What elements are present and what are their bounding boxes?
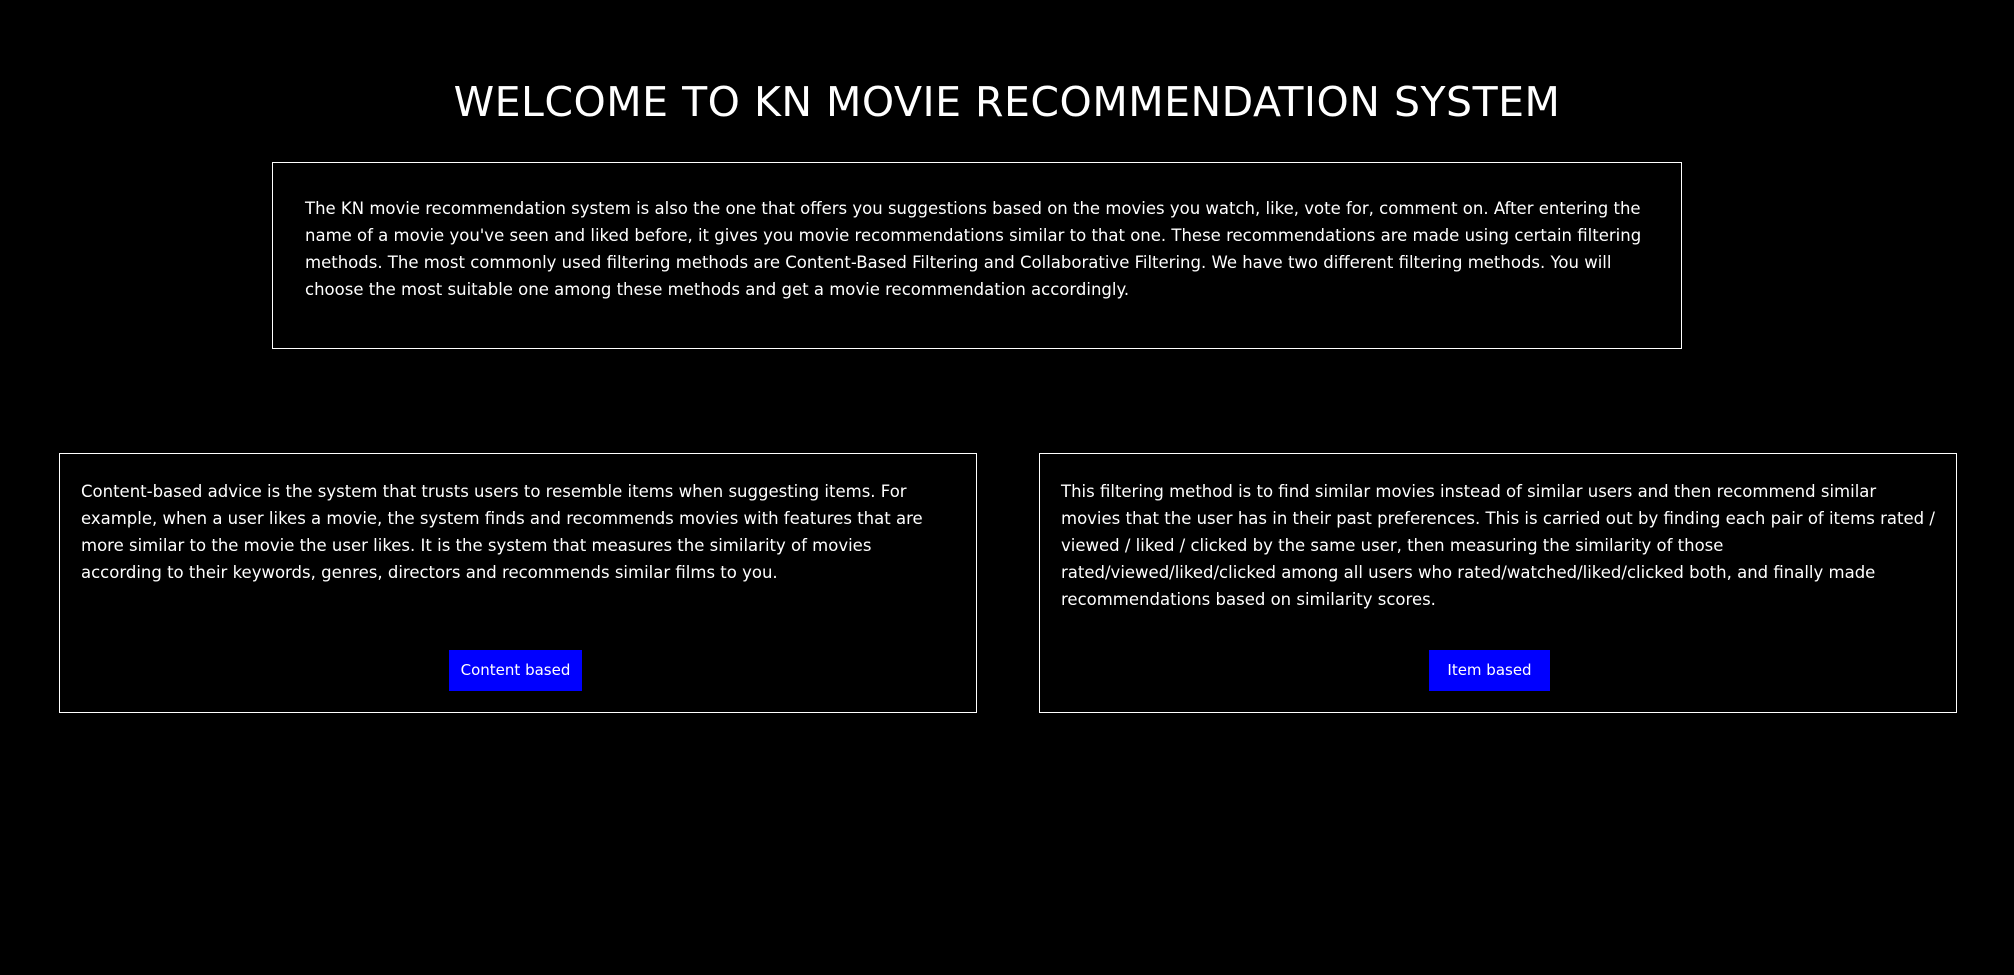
content-based-panel: Content-based advice is the system that … — [59, 453, 977, 713]
item-based-button[interactable]: Item based — [1429, 650, 1550, 691]
item-based-panel: This filtering method is to find similar… — [1039, 453, 1957, 713]
content-based-button[interactable]: Content based — [449, 650, 582, 691]
item-based-description: This filtering method is to find similar… — [1061, 482, 1935, 609]
intro-text: The KN movie recommendation system is al… — [305, 199, 1642, 299]
intro-panel: The KN movie recommendation system is al… — [272, 162, 1682, 349]
page-title: WELCOME TO KN MOVIE RECOMMENDATION SYSTE… — [453, 78, 1561, 127]
content-based-description: Content-based advice is the system that … — [81, 482, 923, 582]
